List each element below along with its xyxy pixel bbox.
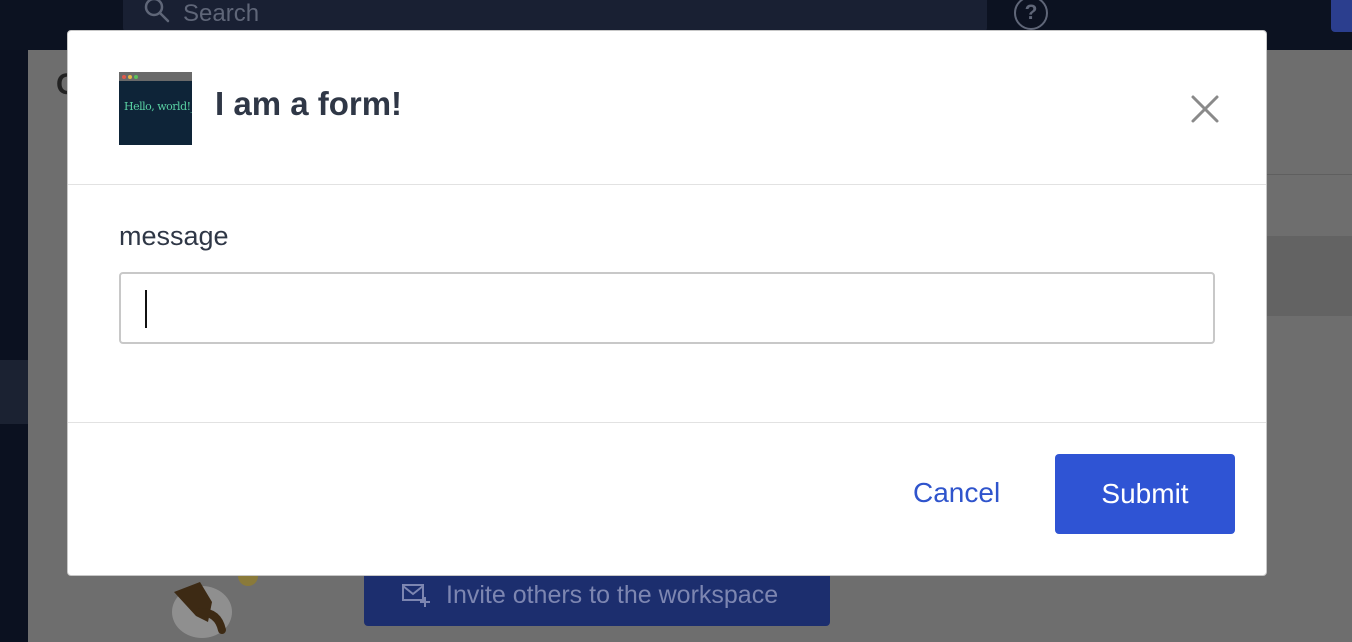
search-icon — [144, 0, 170, 23]
content-band — [1265, 236, 1352, 316]
app-logo: Hello, world!_ — [119, 72, 192, 145]
header-divider — [68, 184, 1266, 185]
content-divider — [1265, 174, 1352, 175]
mascot-illustration — [172, 572, 258, 638]
search-bar[interactable]: Search — [123, 0, 987, 32]
left-nav — [0, 50, 28, 642]
invite-others-button[interactable]: Invite others to the workspace — [364, 572, 830, 626]
help-circle-icon[interactable]: ? — [1014, 0, 1048, 30]
logo-dot-green — [134, 75, 138, 79]
close-icon[interactable] — [1187, 91, 1223, 127]
form-modal: Hello, world!_ I am a form! message Canc… — [67, 30, 1267, 576]
message-label: message — [119, 221, 229, 251]
logo-dot-red — [122, 75, 126, 79]
top-right-button[interactable] — [1331, 0, 1352, 32]
message-input[interactable] — [119, 272, 1215, 344]
logo-text: Hello, world!_ — [124, 100, 192, 113]
footer-divider — [68, 422, 1266, 423]
invite-button-label: Invite others to the workspace — [446, 581, 779, 609]
logo-dot-yellow — [128, 75, 132, 79]
modal-title: I am a form! — [215, 85, 403, 122]
left-nav-active-item[interactable] — [0, 360, 28, 424]
search-placeholder: Search — [183, 0, 260, 27]
cancel-button[interactable]: Cancel — [913, 477, 1000, 509]
submit-button[interactable]: Submit — [1055, 454, 1235, 534]
text-cursor — [145, 290, 147, 328]
mail-plus-icon — [402, 584, 430, 607]
